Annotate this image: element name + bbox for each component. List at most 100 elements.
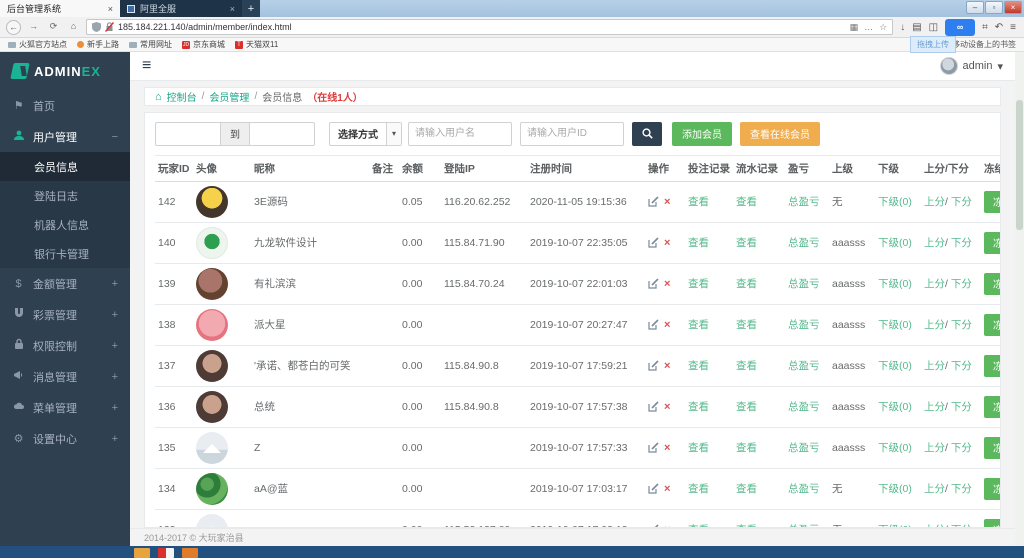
freeze-button[interactable]: 冻结 (984, 437, 1001, 459)
bookmark-star-icon[interactable]: ☆ (879, 22, 887, 33)
expand-icon[interactable]: + (112, 278, 118, 290)
delete-icon[interactable]: × (664, 483, 670, 495)
lower-level-link[interactable]: 下级(0) (878, 237, 912, 249)
edit-icon[interactable] (648, 278, 659, 289)
delete-icon[interactable]: × (664, 278, 670, 290)
bookmark-item[interactable]: T天猫双11 (235, 39, 278, 50)
total-profit-link[interactable]: 总盈亏 (788, 360, 820, 372)
expand-icon[interactable]: + (112, 309, 118, 321)
sidebar-item-bankcard[interactable]: 银行卡管理 (0, 239, 130, 268)
total-profit-link[interactable]: 总盈亏 (788, 442, 820, 454)
flow-records-link[interactable]: 查看 (736, 237, 757, 249)
url-bar[interactable]: 185.184.221.140/admin/member/index.html … (86, 19, 893, 35)
delete-icon[interactable]: × (664, 360, 670, 372)
bet-records-link[interactable]: 查看 (688, 278, 709, 290)
delete-icon[interactable]: × (664, 401, 670, 413)
page-actions-icon[interactable]: … (864, 22, 873, 32)
bookmark-item[interactable]: 火狐官方站点 (8, 39, 67, 50)
score-up-link[interactable]: 上分 (924, 483, 945, 495)
sidebar-collapse-icon[interactable]: ≡ (142, 57, 151, 75)
score-up-link[interactable]: 上分 (924, 360, 945, 372)
bookmark-item[interactable]: 新手上路 (77, 39, 119, 50)
bet-records-link[interactable]: 查看 (688, 483, 709, 495)
sidebar-item-amount-management[interactable]: $ 金额管理 + (0, 268, 130, 299)
lower-level-link[interactable]: 下级(0) (878, 442, 912, 454)
downloads-icon[interactable]: ↓ (900, 22, 905, 33)
browser-tab-second[interactable]: 阿里全服 × (120, 0, 242, 17)
freeze-button[interactable]: 冻结 (984, 232, 1001, 254)
taskbar-app-icon[interactable] (182, 548, 198, 558)
qr-grid-icon[interactable]: ▦ (850, 22, 859, 33)
freeze-button[interactable]: 冻结 (984, 396, 1001, 418)
score-up-link[interactable]: 上分 (924, 442, 945, 454)
lower-level-link[interactable]: 下级(0) (878, 483, 912, 495)
taskbar-app-icon[interactable] (134, 548, 150, 558)
edit-icon[interactable] (648, 483, 659, 494)
user-menu[interactable]: admin ▾ (940, 57, 1004, 75)
select-mode-dropdown[interactable]: 选择方式 ▾ (329, 122, 402, 146)
sidebar-item-user-management[interactable]: 用户管理 − (0, 121, 130, 152)
username-input[interactable] (408, 122, 512, 146)
bookmark-item[interactable]: 常用网址 (129, 39, 172, 50)
lower-level-link[interactable]: 下级(0) (878, 196, 912, 208)
lower-level-link[interactable]: 下级(0) (878, 278, 912, 290)
expand-icon[interactable]: + (112, 402, 118, 414)
flow-records-link[interactable]: 查看 (736, 442, 757, 454)
view-online-button[interactable]: 查看在线会员 (740, 122, 820, 146)
scrollbar-thumb[interactable] (1016, 100, 1023, 230)
score-down-link[interactable]: 下分 (951, 196, 972, 208)
sidebar-item-lottery-management[interactable]: 彩票管理 + (0, 299, 130, 330)
score-down-link[interactable]: 下分 (951, 278, 972, 290)
score-down-link[interactable]: 下分 (951, 319, 972, 331)
back-icon[interactable]: ← (6, 20, 21, 35)
edit-icon[interactable] (648, 401, 659, 412)
freeze-button[interactable]: 冻结 (984, 519, 1001, 528)
lower-level-link[interactable]: 下级(0) (878, 360, 912, 372)
minimize-button[interactable]: – (966, 1, 984, 14)
expand-icon[interactable]: + (112, 340, 118, 352)
netdisk-extension-icon[interactable]: ∞ (945, 19, 975, 36)
add-member-button[interactable]: 添加会员 (672, 122, 732, 146)
freeze-button[interactable]: 冻结 (984, 273, 1001, 295)
score-up-link[interactable]: 上分 (924, 319, 945, 331)
sidebar-item-robot-info[interactable]: 机器人信息 (0, 210, 130, 239)
total-profit-link[interactable]: 总盈亏 (788, 401, 820, 413)
score-down-link[interactable]: 下分 (951, 483, 972, 495)
sidebar-item-message-management[interactable]: 消息管理 + (0, 361, 130, 392)
bet-records-link[interactable]: 查看 (688, 442, 709, 454)
delete-icon[interactable]: × (664, 442, 670, 454)
delete-icon[interactable]: × (664, 196, 670, 208)
delete-icon[interactable]: × (664, 237, 670, 249)
score-down-link[interactable]: 下分 (951, 401, 972, 413)
lower-level-link[interactable]: 下级(0) (878, 319, 912, 331)
flow-records-link[interactable]: 查看 (736, 278, 757, 290)
freeze-button[interactable]: 冻结 (984, 191, 1001, 213)
sidebar-item-login-log[interactable]: 登陆日志 (0, 181, 130, 210)
reload-icon[interactable]: ⟳ (46, 20, 61, 35)
sidebar-item-permission-control[interactable]: 权限控制 + (0, 330, 130, 361)
sidebar-item-home[interactable]: ⚑ 首页 (0, 90, 130, 121)
site-info-icon[interactable] (92, 22, 101, 32)
sidebar-item-member-info[interactable]: 会员信息 (0, 152, 130, 181)
bet-records-link[interactable]: 查看 (688, 196, 709, 208)
edit-icon[interactable] (648, 196, 659, 207)
new-tab-button[interactable]: + (242, 0, 260, 17)
freeze-button[interactable]: 冻结 (984, 355, 1001, 377)
sync-icon[interactable]: ↶ (995, 22, 1003, 33)
flow-records-link[interactable]: 查看 (736, 196, 757, 208)
breadcrumb-console[interactable]: 控制台 (167, 89, 197, 104)
forward-icon[interactable]: → (26, 20, 41, 35)
home-icon[interactable]: ⌂ (66, 20, 81, 35)
insecure-lock-icon[interactable] (105, 22, 114, 32)
collapse-icon[interactable]: − (112, 131, 118, 143)
expand-icon[interactable]: + (112, 371, 118, 383)
sidebar-toggle-icon[interactable]: ◫ (929, 22, 938, 33)
score-up-link[interactable]: 上分 (924, 401, 945, 413)
delete-icon[interactable]: × (664, 319, 670, 331)
bet-records-link[interactable]: 查看 (688, 319, 709, 331)
total-profit-link[interactable]: 总盈亏 (788, 483, 820, 495)
bet-records-link[interactable]: 查看 (688, 360, 709, 372)
browser-scrollbar[interactable] (1015, 52, 1024, 546)
sidebar-item-menu-management[interactable]: 菜单管理 + (0, 392, 130, 423)
bet-records-link[interactable]: 查看 (688, 237, 709, 249)
